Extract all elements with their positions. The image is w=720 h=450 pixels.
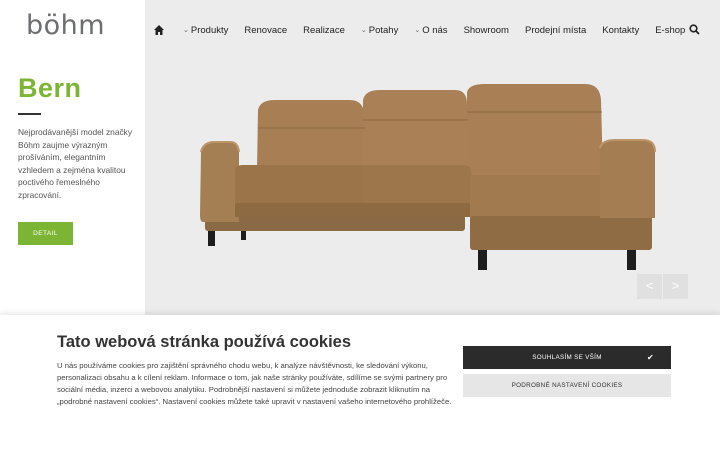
chevron-down-icon: ⌄ (360, 27, 367, 34)
home-icon[interactable] (153, 24, 165, 36)
cookie-text: U nás používáme cookies pro zajištění sp… (57, 361, 452, 406)
nav-item-label: Showroom (463, 24, 509, 36)
nav-item-label: O nás (422, 24, 448, 36)
nav-item-realizace[interactable]: Realizace (303, 25, 345, 36)
product-description: Nejprodávanější model značky Böhm zaujme… (18, 127, 133, 200)
nav-item-produkty[interactable]: ⌄ Produkty (183, 25, 228, 36)
accept-all-label: SOUHLASÍM SE VŠÍM (532, 354, 602, 361)
logo[interactable]: böhm (26, 12, 105, 39)
nav-item-kontakty[interactable]: Kontakty (602, 25, 639, 36)
nav-item-e-shop[interactable]: E-shop (655, 25, 685, 36)
logo-text: böhm (26, 10, 106, 41)
cookie-settings-button[interactable]: PODROBNÉ NASTAVENÍ COOKIES (463, 374, 671, 397)
left-panel: böhm Bern Nejprodávanější model značky B… (0, 0, 145, 315)
cookie-title: Tato webová stránka používá cookies (57, 333, 352, 351)
slider-prev-button[interactable]: < (637, 274, 662, 299)
nav-item-label: E-shop (655, 24, 686, 36)
detail-button[interactable]: DETAIL (18, 222, 73, 245)
title-divider (18, 113, 41, 115)
cookie-banner: Tato webová stránka používá cookies U ná… (0, 315, 720, 450)
nav-item-label: Kontakty (602, 24, 640, 36)
product-title: Bern (18, 73, 82, 103)
accept-all-button[interactable]: SOUHLASÍM SE VŠÍM ✔ (463, 346, 671, 369)
nav-item-o-nas[interactable]: ⌄ O nás (414, 25, 447, 36)
nav-item-potahy[interactable]: ⌄ Potahy (361, 25, 398, 36)
chevron-down-icon: ⌄ (414, 27, 421, 34)
nav-item-label: Produkty (190, 24, 229, 36)
slider-next-button[interactable]: > (663, 274, 688, 299)
main-nav: ⌄ Produkty Renovace Realizace ⌄ Potahy ⌄… (145, 0, 720, 60)
chevron-down-icon: ⌄ (183, 27, 189, 34)
nav-item-renovace[interactable]: Renovace (244, 25, 287, 36)
search-icon[interactable] (689, 24, 700, 35)
nav-item-label: Renovace (244, 24, 288, 36)
nav-item-label: Prodejní místa (524, 24, 587, 36)
nav-item-prodejni-mista[interactable]: Prodejní místa (525, 25, 586, 36)
nav-item-label: Potahy (368, 24, 399, 36)
check-icon: ✔ (646, 353, 654, 362)
nav-item-showroom[interactable]: Showroom (464, 25, 509, 36)
nav-item-label: Realizace (303, 24, 345, 36)
